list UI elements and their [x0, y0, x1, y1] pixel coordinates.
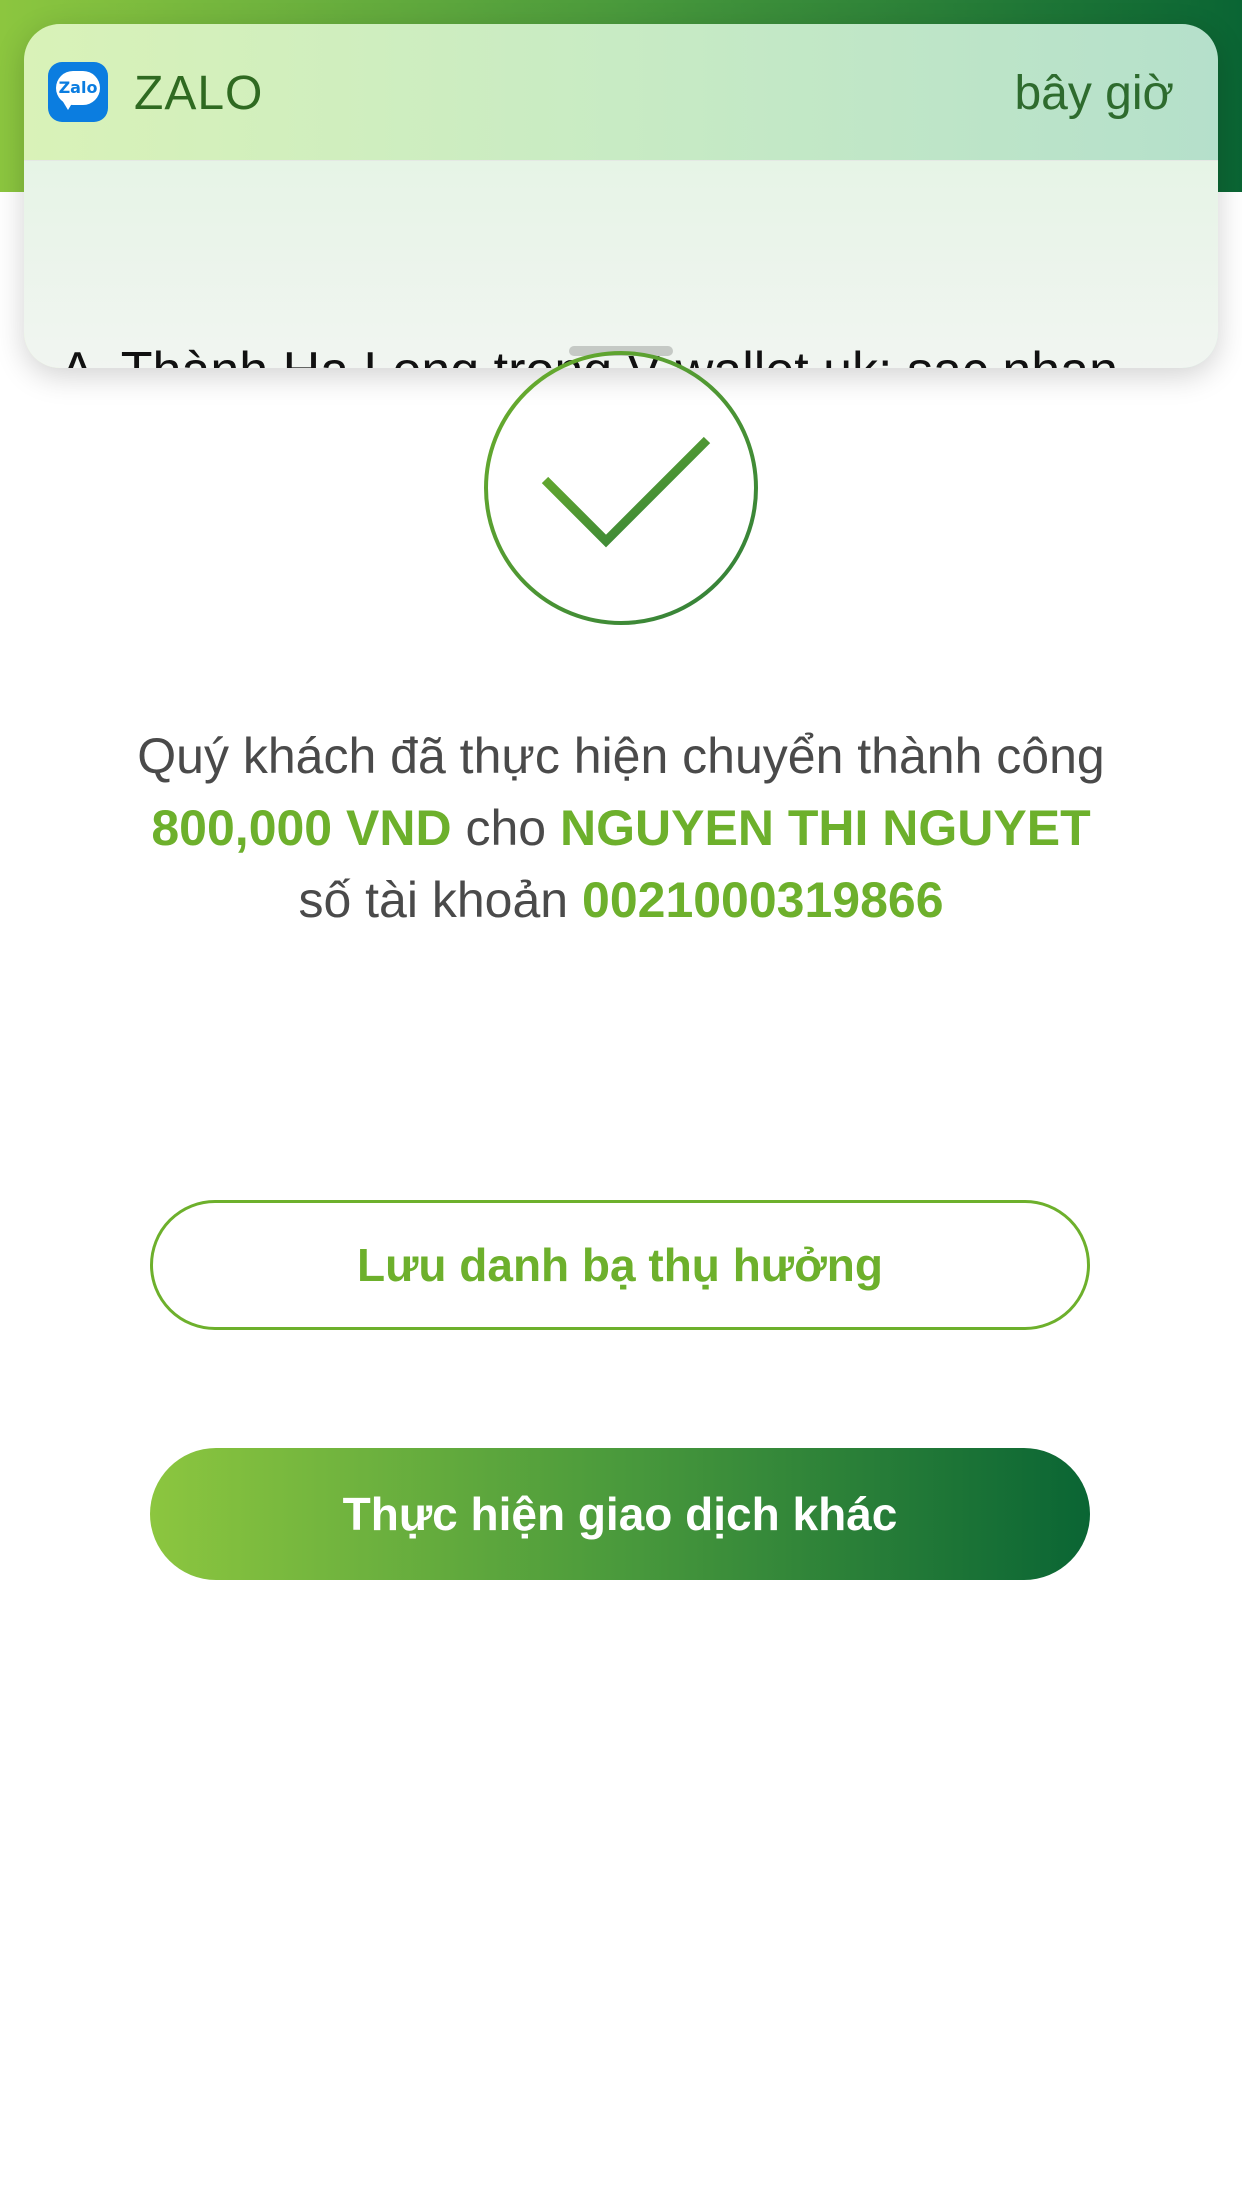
notification-time: bây giờ — [1014, 67, 1174, 120]
recipient-name: NGUYEN THI NGUYET — [560, 800, 1091, 856]
result-line-1: Quý khách đã thực hiện chuyển thành công — [137, 728, 1105, 784]
result-connector: cho — [465, 800, 547, 856]
result-line-2: 800,000 VND cho NGUYEN THI NGUYET — [60, 792, 1182, 864]
new-transaction-button[interactable]: Thực hiện giao dịch khác — [150, 1448, 1090, 1580]
account-prefix: số tài khoản — [298, 872, 569, 928]
bubble-tail — [62, 100, 74, 110]
checkmark-circle-icon — [481, 348, 761, 628]
push-notification[interactable]: Zalo ZALO bây giờ A .Thành Hạ Long trong… — [24, 24, 1218, 368]
notification-body: A .Thành Hạ Long trong V-wallet.uk: sac … — [24, 160, 1218, 368]
transfer-amount: 800,000 VND — [151, 800, 452, 856]
notification-header: Zalo ZALO bây giờ — [24, 24, 1218, 160]
result-line-3: số tài khoản 0021000319866 — [60, 864, 1182, 936]
transfer-result-message: Quý khách đã thực hiện chuyển thành công… — [60, 720, 1182, 936]
zalo-app-icon: Zalo — [48, 62, 108, 122]
notification-app-name: ZALO — [134, 67, 264, 120]
account-number: 0021000319866 — [582, 872, 944, 928]
save-beneficiary-button[interactable]: Lưu danh bạ thụ hưởng — [150, 1200, 1090, 1330]
